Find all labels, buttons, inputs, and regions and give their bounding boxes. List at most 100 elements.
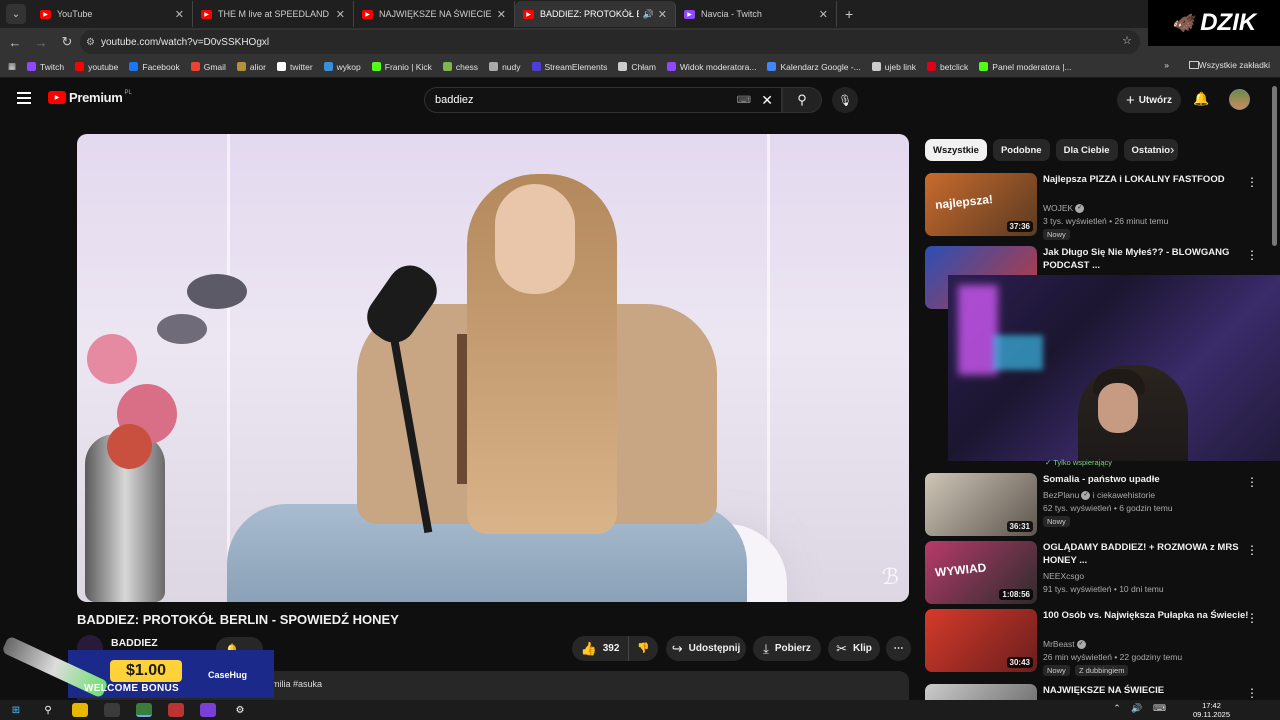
recommendation-channel[interactable]: NEEXcsgo <box>1043 571 1084 581</box>
bookmark-item[interactable]: chess <box>442 62 478 72</box>
search-icon[interactable]: ⚲ <box>40 703 56 717</box>
reload-icon[interactable]: ↻ <box>56 34 78 50</box>
windows-start-icon[interactable]: ⊞ <box>8 703 24 717</box>
apps-icon[interactable]: ▦ <box>8 61 16 72</box>
video-thumbnail[interactable]: 30:43 <box>925 609 1037 672</box>
share-button[interactable]: ↪ Udostępnij <box>666 636 746 661</box>
settings-gear-icon[interactable]: ⚙ <box>232 703 248 717</box>
recommendation-title[interactable]: Jak Długo Się Nie Myłeś?? - BLOWGANG POD… <box>1043 246 1258 272</box>
recommendation-title[interactable]: Najlepsza PIZZA i LOKALNY FASTFOOD <box>1043 173 1258 186</box>
more-options-icon[interactable]: ⋮ <box>1246 543 1258 557</box>
browser-tab[interactable]: ▶ THE M live at SPEEDLAND FEST ✕ <box>193 1 354 27</box>
video-thumbnail[interactable]: WYWIAD 1:08:56 <box>925 541 1037 604</box>
bookmark-item[interactable]: StreamElements <box>531 61 608 72</box>
bookmark-item[interactable]: Franio | Kick <box>371 62 432 72</box>
browser-tab[interactable]: ▶ BADDIEZ: PROTOKÓŁ BERLI 🔊 ✕ <box>515 1 676 27</box>
recommendation-title[interactable]: NAJWIĘKSZE NA ŚWIECIE <box>1043 684 1258 697</box>
clip-button[interactable]: ✂ Klip <box>828 636 880 661</box>
recommendation-channel[interactable]: BezPlanu ✓ i ciekawehistorie <box>1043 490 1155 501</box>
bookmark-item[interactable]: Widok moderatora... <box>666 62 756 72</box>
video-thumbnail[interactable]: 36:31 <box>925 473 1037 536</box>
recommendation-title[interactable]: OGLĄDAMY BADDIEZ! + ROZMOWA z MRS HONEY … <box>1043 541 1258 567</box>
browser-tab[interactable]: ▶ Navcia - Twitch ✕ <box>676 1 837 27</box>
close-tab-icon[interactable]: ✕ <box>175 8 184 21</box>
recommendation-item[interactable]: 36:31 Somalia - państwo upadłe ⋮ BezPlanu ✓ … <box>925 473 1270 537</box>
menu-icon[interactable] <box>17 92 31 104</box>
like-button[interactable]: 👍 392 <box>572 636 628 661</box>
search-input[interactable]: baddiez ⌨ ✕ <box>424 87 782 113</box>
close-tab-icon[interactable]: ✕ <box>497 8 506 21</box>
more-actions-button[interactable]: ⋯ <box>886 636 911 661</box>
recommendation-title[interactable]: Somalia - państwo upadłe <box>1043 473 1258 486</box>
channel-watermark-icon[interactable]: ℬ <box>882 564 899 590</box>
forward-icon[interactable]: → <box>30 35 52 50</box>
bookmark-item[interactable]: wykop <box>323 62 361 72</box>
site-info-icon[interactable]: ⚙ <box>86 37 95 48</box>
create-button[interactable]: + Utwórz <box>1117 87 1181 113</box>
recommendation-item[interactable]: 30:43 100 Osób vs. Największa Pułapka na … <box>925 609 1270 676</box>
notifications-bell-icon[interactable]: 🔔 <box>1193 91 1209 107</box>
app-icon[interactable] <box>104 703 120 717</box>
bookmark-item[interactable]: nudy <box>489 62 521 72</box>
more-options-icon[interactable]: ⋮ <box>1246 611 1258 625</box>
twitch-icon[interactable] <box>200 703 216 717</box>
more-options-icon[interactable]: ⋮ <box>1246 475 1258 489</box>
bookmark-item[interactable]: Chłam <box>618 62 656 72</box>
voice-search-button[interactable]: 🎙 <box>832 87 858 113</box>
more-options-icon[interactable]: ⋮ <box>1246 248 1258 262</box>
thumbs-down-icon: 👎 <box>637 643 650 654</box>
bookmark-item[interactable]: Twitch <box>27 62 64 72</box>
back-icon[interactable]: ← <box>4 35 26 50</box>
tab-search-button[interactable]: ⌄ <box>6 4 26 24</box>
video-thumbnail[interactable]: najlepsza! 37:36 <box>925 173 1037 236</box>
system-clock[interactable]: 17:42 09.11.2025 <box>1193 701 1230 719</box>
bookmark-item[interactable]: Gmail <box>190 62 226 72</box>
chevron-right-icon[interactable]: › <box>1170 142 1174 157</box>
more-bookmarks-icon[interactable]: » <box>1164 60 1169 70</box>
obs-icon[interactable] <box>168 703 184 717</box>
close-tab-icon[interactable]: ✕ <box>658 8 667 21</box>
close-tab-icon[interactable]: ✕ <box>336 8 345 21</box>
bookmark-item[interactable]: alior <box>236 62 266 72</box>
chrome-icon[interactable] <box>136 703 152 717</box>
audio-playing-icon[interactable]: 🔊 <box>643 9 654 20</box>
download-button[interactable]: ⤓ Pobierz <box>753 636 821 661</box>
more-options-icon[interactable]: ⋮ <box>1246 686 1258 700</box>
bookmark-item[interactable]: betclick <box>926 62 968 72</box>
bookmark-item[interactable]: youtube <box>75 62 118 72</box>
search-button[interactable]: ⚲ <box>782 87 822 113</box>
filter-chip[interactable]: Dla Ciebie <box>1055 139 1118 161</box>
youtube-logo[interactable]: ▶ Premium PL <box>48 90 132 105</box>
clear-search-icon[interactable]: ✕ <box>761 92 773 109</box>
address-bar[interactable]: ⚙ youtube.com/watch?v=D0vSSKHOgxl <box>80 30 1140 54</box>
new-tab-button[interactable]: + <box>845 6 853 22</box>
recommendation-channel[interactable]: MrBeast ✓ <box>1043 639 1086 650</box>
system-tray[interactable]: ⌃ 🔊 ⌨ <box>1113 703 1170 714</box>
dislike-button[interactable]: 👎 <box>628 636 658 661</box>
filter-chip[interactable]: Podobne <box>992 139 1050 161</box>
bookmark-item[interactable]: Kalendarz Google -... <box>767 62 861 72</box>
all-bookmarks[interactable]: Wszystkie zakładki <box>1188 60 1270 70</box>
recommendation-item[interactable]: WYWIAD 1:08:56 OGLĄDAMY BADDIEZ! + ROZMOWA… <box>925 541 1270 605</box>
user-avatar[interactable] <box>1229 89 1250 110</box>
bookmark-item[interactable]: Facebook <box>129 62 180 72</box>
filter-chip[interactable]: Wszystkie <box>925 139 987 161</box>
channel-name[interactable]: BADDIEZ <box>111 637 158 649</box>
recommendation-channel[interactable]: WOJEK ✓ <box>1043 203 1085 214</box>
page-scrollbar[interactable] <box>1272 86 1277 246</box>
download-icon: ⤓ <box>763 640 769 656</box>
bookmark-item[interactable]: twitter <box>276 62 313 72</box>
recommendation-item[interactable]: najlepsza! 37:36 Najlepsza PIZZA i LOKALNY… <box>925 173 1270 240</box>
bookmark-item[interactable]: ujeb link <box>871 62 916 72</box>
file-explorer-icon[interactable] <box>72 703 88 717</box>
video-player[interactable]: ℬ <box>77 134 909 602</box>
close-tab-icon[interactable]: ✕ <box>819 8 828 21</box>
bookmark-item[interactable]: Panel moderatora |... <box>979 62 1072 72</box>
keyboard-icon[interactable]: ⌨ <box>737 95 751 106</box>
browser-tab[interactable]: ▶ YouTube ✕ <box>32 1 193 27</box>
bookmark-star-icon[interactable]: ☆ <box>1122 34 1132 47</box>
recommendation-title[interactable]: 100 Osób vs. Największa Pułapka na Świec… <box>1043 609 1258 622</box>
bookmark-label: StreamElements <box>544 61 608 72</box>
browser-tab[interactable]: ▶ NAJWIĘKSZE NA ŚWIECIE ZAW ✕ <box>354 1 515 27</box>
more-options-icon[interactable]: ⋮ <box>1246 175 1258 189</box>
